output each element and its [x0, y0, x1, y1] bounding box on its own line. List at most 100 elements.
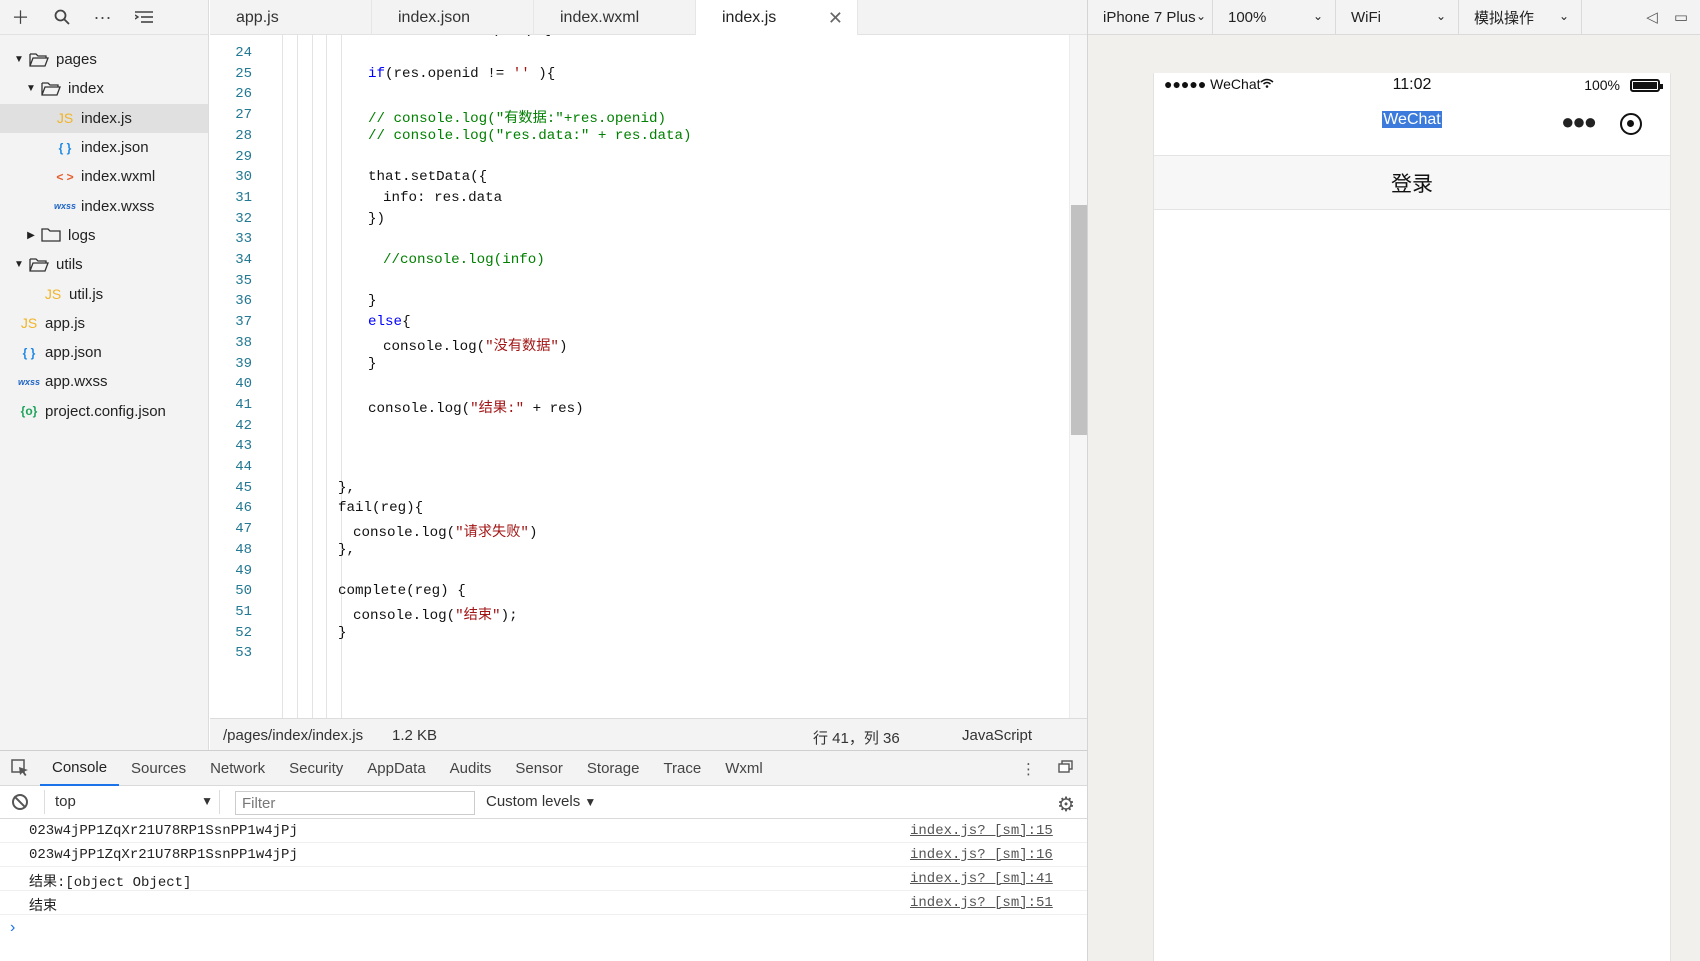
- code-line: else{: [368, 314, 411, 330]
- tree-item-index-js[interactable]: JS index.js: [0, 103, 208, 133]
- console-prompt-icon[interactable]: ›: [10, 919, 15, 937]
- tree-item-index-wxss[interactable]: wxss index.wxss: [0, 191, 208, 220]
- chevron-down-icon: ⌄: [1195, 9, 1206, 23]
- simulate-action-select[interactable]: 模拟操作 ⌄: [1459, 0, 1582, 35]
- tree-item-label: util.js: [69, 285, 104, 303]
- undock-icon[interactable]: [1058, 760, 1073, 777]
- log-levels-select[interactable]: Custom levels ▼: [486, 793, 596, 810]
- devtools-tab-audits[interactable]: Audits: [438, 751, 504, 786]
- console-message-text: 023w4jPP1ZqXr21U78RP1SsnPP1w4jPj: [29, 847, 298, 863]
- tab-index-json[interactable]: index.json: [372, 0, 534, 35]
- clear-console-icon[interactable]: [12, 794, 28, 810]
- tab-label: app.js: [236, 8, 279, 26]
- code-token: that.setData({: [368, 169, 488, 186]
- console-filterbar: top ▼ Custom levels ▼ ⚙: [0, 786, 1087, 819]
- editor-scrollbar[interactable]: [1069, 35, 1087, 718]
- caret-right-icon[interactable]: ▶: [24, 230, 38, 241]
- tree-item-project-config-json[interactable]: {o} project.config.json: [0, 397, 208, 426]
- wxml-file-icon: < >: [56, 169, 74, 184]
- code-token: },: [338, 479, 356, 496]
- console-source-link[interactable]: index.js? [sm]:41: [910, 871, 1053, 887]
- line-number: 27: [235, 107, 252, 124]
- console-source-link[interactable]: index.js? [sm]:16: [910, 847, 1053, 863]
- code-token: ): [528, 525, 538, 542]
- tab-index-js[interactable]: index.js ✕: [696, 0, 858, 35]
- tab-index-wxml[interactable]: index.wxml: [534, 0, 696, 35]
- devtools-tab-sensor[interactable]: Sensor: [503, 751, 575, 786]
- code-token: info: res.data: [383, 189, 503, 206]
- outline-icon[interactable]: [123, 0, 164, 35]
- devtools-tab-wxml[interactable]: Wxml: [713, 751, 775, 786]
- devtools-tabs: Console Sources Network Security AppData Audi…: [0, 751, 1087, 786]
- caret-down-icon[interactable]: ▼: [12, 54, 26, 65]
- devtools-tab-console[interactable]: Console: [40, 751, 120, 786]
- phone-status-bar: ●●●●● WeChat 11:02 100%: [1154, 73, 1670, 97]
- simulator-toolbar-icons: ◁ ▭: [1646, 8, 1688, 26]
- line-number: 39: [235, 355, 252, 372]
- tree-item-logs[interactable]: ▶ logs: [0, 221, 208, 250]
- console-source-link[interactable]: index.js? [sm]:15: [910, 823, 1053, 839]
- cursor-position[interactable]: 行 41，列 36: [813, 727, 900, 748]
- tree-item-app-json[interactable]: { } app.json: [0, 338, 208, 367]
- more-dots-icon[interactable]: ●●●: [1561, 109, 1597, 135]
- more-icon[interactable]: ···: [82, 0, 123, 35]
- code-editor: app.js index.json index.wxml index.js ✕ 24 25…: [210, 0, 1087, 750]
- devtools-tab-sources[interactable]: Sources: [119, 751, 198, 786]
- console-filter-input[interactable]: [235, 791, 475, 815]
- code-token: fail(reg){: [338, 500, 424, 517]
- simulate-action-value: 模拟操作: [1474, 10, 1535, 27]
- code-area[interactable]: 24 25 26 27 28 29 30 31 32 33 34 35 36 37 38 39 40 41 42 43…: [210, 35, 1087, 718]
- tree-item-index-json[interactable]: { } index.json: [0, 133, 208, 162]
- tree-item-util-js[interactable]: JS util.js: [0, 279, 208, 308]
- tree-item-label: logs: [68, 226, 96, 244]
- cfg-file-icon: {o}: [20, 404, 38, 419]
- window-icon[interactable]: ▭: [1674, 8, 1688, 26]
- plus-icon[interactable]: ＋: [0, 0, 41, 35]
- inspect-element-icon[interactable]: [0, 751, 40, 786]
- console-message-text: 023w4jPP1ZqXr21U78RP1SsnPP1w4jPj: [29, 823, 298, 839]
- tree-item-index-wxml[interactable]: < > index.wxml: [0, 162, 208, 191]
- code-token: // console.log("res.data:" + res.data): [368, 127, 692, 144]
- line-number: 49: [235, 562, 252, 579]
- more-vertical-icon[interactable]: ⋮: [1021, 760, 1036, 778]
- context-select[interactable]: top ▼: [44, 790, 220, 814]
- tab-app-js[interactable]: app.js: [210, 0, 372, 35]
- tree-item-app-js[interactable]: JS app.js: [0, 309, 208, 338]
- devtools-tab-appdata[interactable]: AppData: [355, 751, 437, 786]
- devtools-panel: Console Sources Network Security AppData Audi…: [0, 750, 1087, 961]
- caret-down-icon[interactable]: ▼: [24, 83, 38, 94]
- network-select[interactable]: WiFi ⌄: [1336, 0, 1459, 35]
- tree-item-pages[interactable]: ▼ pages: [0, 45, 208, 74]
- js-file-icon: JS: [44, 286, 62, 303]
- volume-icon[interactable]: ◁: [1646, 8, 1658, 26]
- zoom-select[interactable]: 100% ⌄: [1213, 0, 1336, 35]
- device-select[interactable]: iPhone 7 Plus ⌄: [1088, 0, 1213, 35]
- devtools-tab-trace[interactable]: Trace: [651, 751, 713, 786]
- code-line-partial: success: function (res) {: [338, 35, 551, 38]
- line-number: 42: [235, 417, 252, 434]
- devtools-tab-network[interactable]: Network: [198, 751, 277, 786]
- tree-item-index[interactable]: ▼ index: [0, 74, 208, 103]
- tree-item-app-wxss[interactable]: wxss app.wxss: [0, 367, 208, 396]
- tree-item-label: index.wxss: [81, 197, 155, 215]
- line-number: 34: [235, 252, 252, 268]
- console-source-link[interactable]: index.js? [sm]:51: [910, 895, 1053, 911]
- tree-item-utils[interactable]: ▼ utils: [0, 250, 208, 279]
- console-messages: 023w4jPP1ZqXr21U78RP1SsnPP1w4jPj index.js…: [0, 819, 1087, 915]
- caret-down-icon[interactable]: ▼: [12, 259, 26, 270]
- code-line: //console.log(info): [383, 252, 545, 268]
- file-path: /pages/index/index.js: [223, 727, 364, 744]
- close-icon[interactable]: ✕: [828, 8, 843, 29]
- close-capsule-icon[interactable]: [1620, 113, 1642, 135]
- gear-icon[interactable]: ⚙: [1057, 792, 1075, 817]
- devtools-tab-security[interactable]: Security: [277, 751, 355, 786]
- devtools-tab-storage[interactable]: Storage: [575, 751, 652, 786]
- tree-item-label: index.json: [81, 139, 149, 157]
- console-message: 023w4jPP1ZqXr21U78RP1SsnPP1w4jPj index.js…: [0, 819, 1087, 843]
- editor-scroll-thumb[interactable]: [1071, 205, 1087, 435]
- language-mode[interactable]: JavaScript: [962, 727, 1032, 744]
- login-button[interactable]: 登录: [1154, 155, 1670, 210]
- search-icon[interactable]: [41, 0, 82, 35]
- line-number: 37: [235, 314, 252, 331]
- devtools-tab-list: Console Sources Network Security AppData Audi…: [40, 751, 775, 786]
